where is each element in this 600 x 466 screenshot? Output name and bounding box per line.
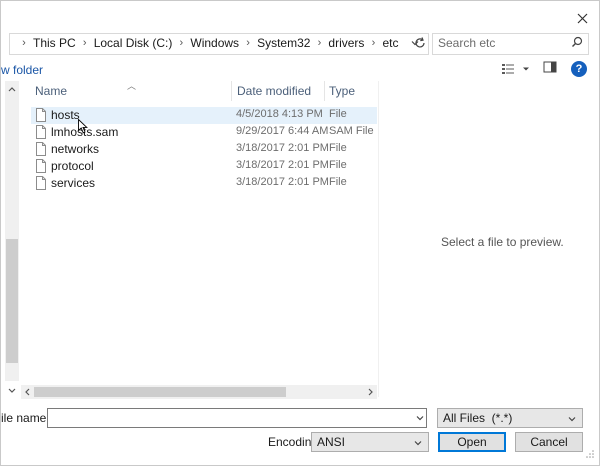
chevron-right-icon[interactable]: › [314,37,324,49]
file-date: 3/18/2017 2:01 PM [236,159,329,171]
file-type-filter-value: All Files (*.*) [443,411,513,425]
breadcrumb-etc[interactable]: etc [382,36,398,50]
chevron-up-icon [8,87,16,92]
file-date: 9/29/2017 6:44 AM [236,125,329,137]
breadcrumb-system32[interactable]: System32 [257,36,310,50]
file-row[interactable]: services 3/18/2017 2:01 PM File [31,175,377,192]
sort-ascending-icon: ︿ [127,81,137,91]
caret-down-icon [523,67,529,71]
breadcrumb-drivers[interactable]: drivers [328,36,364,50]
file-date: 3/18/2017 2:01 PM [236,176,329,188]
chevron-left-icon [25,388,30,396]
help-button[interactable]: ? [571,61,587,77]
file-icon [36,159,46,173]
file-date: 3/18/2017 2:01 PM [236,142,329,154]
preview-pane-button[interactable] [543,61,559,77]
chevron-right-icon[interactable]: › [80,37,90,49]
search-icon [572,36,583,47]
file-type: File [329,142,347,154]
file-name: networks [51,142,100,156]
chevron-right-icon[interactable]: › [368,37,378,49]
refresh-button-wrap[interactable] [413,36,427,50]
chevron-right-icon[interactable]: › [176,37,186,49]
search-button[interactable] [571,36,583,48]
horizontal-scrollbar-thumb[interactable] [34,387,286,397]
scroll-up-button[interactable] [7,85,17,93]
chevron-down-icon [414,441,422,446]
close-button[interactable] [567,6,597,30]
close-icon [577,13,587,23]
file-name-dropdown[interactable] [415,413,425,423]
chevron-down-icon [416,416,424,421]
column-divider[interactable] [231,81,232,101]
column-header-name[interactable]: Name [35,81,67,101]
breadcrumb-local-disk[interactable]: Local Disk (C:) [94,36,173,50]
file-icon [36,108,46,122]
encoding-value: ANSI [317,435,346,449]
file-type: File [329,159,347,171]
file-type-filter-select[interactable]: All Files (*.*) [437,408,583,428]
file-icon [36,125,46,139]
column-header-type[interactable]: Type [329,81,355,101]
file-row[interactable]: protocol 3/18/2017 2:01 PM File [31,158,377,175]
scroll-left-button[interactable] [23,387,31,397]
details-view-icon [502,64,514,74]
file-type: File [329,176,347,188]
chevron-down-icon [8,388,16,393]
file-name: hosts [51,108,80,122]
file-name: services [51,176,96,190]
search-input[interactable]: Search etc [438,36,495,50]
file-type: File [329,108,347,120]
file-name-label: ile name: [1,411,50,425]
breadcrumb-this-pc[interactable]: This PC [33,36,76,50]
preview-pane-divider[interactable] [378,81,379,397]
file-name: protocol [51,159,94,173]
chevron-down-icon [568,417,576,422]
resize-grip-icon[interactable] [585,449,595,459]
breadcrumb-windows[interactable]: Windows [190,36,239,50]
open-file-dialog: › This PC › Local Disk (C:) › Windows › … [0,0,600,466]
open-button[interactable]: Open [438,432,506,452]
scroll-down-button[interactable] [7,387,17,395]
chevron-right-icon [368,388,373,396]
change-view-button[interactable] [501,61,531,77]
column-divider[interactable] [324,81,325,101]
vertical-scrollbar-thumb[interactable] [6,239,18,363]
chevron-right-icon: › [22,37,26,49]
cancel-button[interactable]: Cancel [515,432,583,452]
refresh-icon [415,37,425,48]
file-icon [36,176,46,190]
column-header-date-modified[interactable]: Date modified [237,81,311,101]
file-date: 4/5/2018 4:13 PM [236,108,323,120]
file-row[interactable]: networks 3/18/2017 2:01 PM File [31,141,377,158]
scroll-right-button[interactable] [367,387,375,397]
preview-pane-icon [543,61,557,73]
file-name-input[interactable] [47,408,427,428]
new-folder-button[interactable]: w folder [1,63,43,77]
mouse-cursor-icon [78,119,88,134]
preview-message: Select a file to preview. [441,235,564,249]
file-type: SAM File [329,125,374,137]
breadcrumb: › This PC › Local Disk (C:) › Windows › … [15,33,398,53]
encoding-select[interactable]: ANSI [311,432,429,452]
file-icon [36,142,46,156]
chevron-right-icon[interactable]: › [243,37,253,49]
